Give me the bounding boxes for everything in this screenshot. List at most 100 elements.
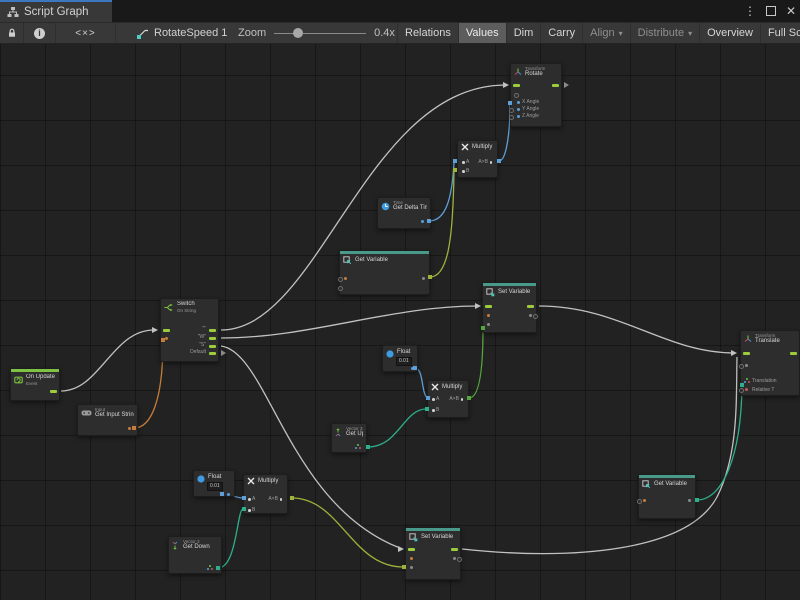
port-ring[interactable]	[509, 108, 514, 113]
node-title: Switch	[177, 301, 196, 308]
distribute-dropdown[interactable]: Distribute ▾	[630, 23, 699, 43]
fullscreen-button[interactable]: Full Screen	[760, 23, 800, 43]
flow-out-port[interactable]	[790, 352, 797, 355]
node-vector3-get-up[interactable]: Vector 3 Get Up	[331, 423, 367, 453]
zoom-slider-thumb[interactable]	[293, 28, 303, 38]
flow-in-port[interactable]	[743, 352, 750, 355]
port-out-label: A×B	[449, 396, 459, 402]
port-out-label: A×B	[478, 159, 488, 165]
info-icon: i	[34, 28, 45, 39]
graph-breadcrumb[interactable]: RotateSpeed 1	[136, 23, 227, 43]
node-float-mid[interactable]: Float 0.01	[382, 345, 418, 372]
value-out-port[interactable]	[688, 499, 691, 502]
tab-title: Script Graph	[24, 6, 89, 18]
flow-out-port[interactable]	[451, 548, 458, 551]
port-ring[interactable]	[739, 388, 744, 393]
node-set-variable-mid[interactable]: Set Variable	[482, 282, 537, 333]
float-value-input[interactable]: 0.01	[396, 357, 412, 366]
align-dropdown[interactable]: Align ▾	[582, 23, 629, 43]
case-out-port[interactable]	[209, 329, 216, 332]
value-out-port[interactable]	[422, 277, 425, 280]
flow-out-port[interactable]	[50, 390, 57, 393]
node-translate[interactable]: Transform Translate Translation Relative…	[740, 330, 800, 396]
node-title: On Update	[26, 374, 55, 381]
vector3-out-port[interactable]	[207, 565, 213, 570]
node-get-variable-top[interactable]: Get Variable	[339, 250, 430, 295]
name-in-port[interactable]	[643, 499, 646, 502]
node-rotate[interactable]: Transform Rotate X Angle Y Angle Z Angle	[510, 63, 562, 127]
default-out-port[interactable]	[209, 352, 216, 355]
vector3-out-port[interactable]	[355, 444, 361, 449]
target-port-ring[interactable]	[739, 364, 744, 369]
name-in-port[interactable]	[410, 557, 413, 560]
relative-to-port[interactable]	[745, 388, 748, 391]
port-dot	[432, 409, 435, 412]
node-vector3-get-down[interactable]: Vector 3 Get Down	[168, 536, 222, 574]
translation-port[interactable]	[744, 378, 750, 383]
lock-button[interactable]	[0, 23, 24, 43]
port-ring[interactable]	[533, 314, 538, 319]
case-out-port[interactable]	[209, 337, 216, 340]
node-multiply-top[interactable]: Multiply A A×B B	[457, 140, 498, 178]
relations-button[interactable]: Relations	[397, 23, 458, 43]
target-port[interactable]	[745, 364, 748, 367]
x-angle-port[interactable]	[517, 101, 520, 104]
value-in-port[interactable]	[487, 323, 490, 326]
flow-out-port[interactable]	[552, 84, 559, 87]
float-out-port[interactable]	[421, 220, 424, 223]
target-port-ring[interactable]	[514, 93, 519, 98]
inspector-button[interactable]: i	[24, 23, 56, 43]
zoom-slider[interactable]	[274, 28, 366, 38]
port-ring[interactable]	[509, 115, 514, 120]
flow-in-port[interactable]	[513, 84, 520, 87]
node-title: Get Down	[183, 544, 210, 551]
case-out-port[interactable]	[209, 345, 216, 348]
overview-button[interactable]: Overview	[699, 23, 760, 43]
window-close-icon[interactable]: ✕	[786, 5, 796, 17]
float-out-port[interactable]	[411, 367, 414, 370]
graph-name: RotateSpeed 1	[154, 27, 227, 39]
flow-in-port[interactable]	[408, 548, 415, 551]
node-get-variable-right[interactable]: Get Variable	[638, 474, 696, 519]
port-dot	[280, 498, 283, 501]
string-out-port[interactable]	[128, 427, 131, 430]
node-multiply-mid[interactable]: Multiply A A×B B	[427, 380, 469, 418]
float-icon	[386, 350, 394, 358]
port-ring[interactable]	[457, 557, 462, 562]
node-get-delta-time[interactable]: Time Get Delta Time	[377, 197, 431, 229]
tab-script-graph[interactable]: Script Graph	[0, 0, 112, 22]
fallback-port-ring[interactable]	[338, 286, 343, 291]
window-maximize-icon[interactable]	[766, 6, 776, 16]
window-menu-icon[interactable]: ⋮	[744, 5, 756, 17]
port-a-label: A	[436, 396, 439, 402]
dim-button[interactable]: Dim	[506, 23, 541, 43]
node-multiply-bottom[interactable]: Multiply A A×B B	[243, 474, 288, 514]
node-get-input-string[interactable]: Input Get Input String	[77, 404, 138, 436]
port-ring[interactable]	[338, 277, 343, 282]
node-set-variable-bottom[interactable]: Set Variable	[405, 527, 461, 580]
value-out-port[interactable]	[453, 557, 456, 560]
float-out-port[interactable]	[227, 493, 230, 496]
node-title: Rotate	[525, 71, 545, 78]
node-on-update[interactable]: On Update Event	[10, 368, 60, 401]
values-button[interactable]: Values	[458, 23, 506, 43]
z-angle-port[interactable]	[517, 115, 520, 118]
selector-in-port[interactable]	[165, 337, 168, 340]
carry-button[interactable]: Carry	[540, 23, 582, 43]
float-value-input[interactable]: 0.01	[207, 482, 223, 491]
name-in-port[interactable]	[487, 314, 490, 317]
name-in-port[interactable]	[344, 277, 347, 280]
set-variable-icon	[409, 533, 418, 542]
flow-in-port[interactable]	[163, 329, 170, 332]
value-out-port[interactable]	[529, 314, 532, 317]
node-switch-on-string[interactable]: Switch On String "" "W" "S" Default	[160, 298, 219, 362]
flow-out-port[interactable]	[527, 305, 534, 308]
port-a-label: A	[252, 496, 255, 502]
y-angle-port[interactable]	[517, 108, 520, 111]
node-title: Set Variable	[498, 289, 530, 296]
port-ring[interactable]	[637, 499, 642, 504]
value-in-port[interactable]	[410, 566, 413, 569]
flow-in-port[interactable]	[485, 305, 492, 308]
code-view-button[interactable]: <×>	[56, 23, 116, 43]
node-float-bottom[interactable]: Float 0.01	[193, 470, 235, 497]
